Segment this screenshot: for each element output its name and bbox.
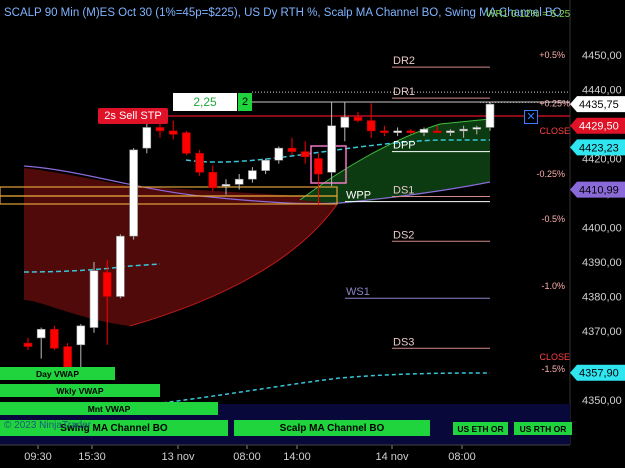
candle-bullish	[485, 103, 495, 128]
us-rth-or-button[interactable]: US RTH OR	[514, 422, 572, 435]
candle-bullish	[89, 270, 99, 328]
y-axis-tick: 4390,00	[582, 257, 622, 269]
percent-label: CLOSE	[539, 352, 570, 362]
order-quantity-box[interactable]: 2	[238, 93, 252, 111]
candle-bearish	[208, 172, 218, 189]
candle-bullish	[459, 128, 468, 132]
candle-bearish	[195, 153, 204, 173]
level-label-dpp: DPP	[393, 140, 416, 152]
x-axis-tick-label: 13 nov	[161, 451, 195, 463]
y-axis-tick: 4400,00	[582, 223, 622, 235]
x-axis-tick-label: 14 nov	[375, 451, 409, 463]
price-tag-label: 4429,50	[579, 121, 619, 133]
candle-bullish	[393, 130, 402, 133]
level-label-ds3: DS3	[393, 336, 414, 348]
candle-bullish	[36, 328, 46, 339]
level-label-wpp: WPP	[346, 190, 371, 202]
sell-stop-order-label[interactable]: 2s Sell STP	[98, 108, 168, 124]
candle-bullish	[76, 325, 86, 346]
x-axis-tick-label: 15:30	[78, 451, 106, 463]
y-axis-tick: 4350,00	[582, 395, 622, 407]
candle-bearish	[300, 151, 310, 158]
percent-label: -1.5%	[541, 364, 565, 374]
cancel-order-icon[interactable]: ✕	[524, 110, 538, 124]
candle-bearish	[182, 132, 191, 154]
percent-label: +0.25%	[539, 98, 570, 108]
candle-bullish	[221, 184, 231, 187]
candle-bullish	[472, 127, 482, 130]
wkly-vwap-button[interactable]: Wkly VWAP	[0, 384, 160, 397]
candle-bearish	[432, 130, 442, 133]
y-axis-tick: 4440,00	[582, 85, 622, 97]
candle-bullish	[129, 149, 138, 237]
candle-bearish	[314, 158, 323, 175]
price-tag-label: 4410,99	[579, 185, 619, 197]
candle-bullish	[446, 130, 455, 133]
percent-label: -1.0%	[541, 281, 565, 291]
candle-bullish	[327, 125, 336, 173]
candle-bearish	[406, 130, 416, 133]
y-axis-tick: 4450,00	[582, 50, 622, 62]
candle-bearish	[287, 147, 297, 152]
candle-bearish	[102, 272, 112, 297]
level-label-ws1: WS1	[346, 286, 370, 298]
percent-label: -0.25%	[536, 169, 565, 179]
copyright-watermark: © 2023 NinjaTrader	[4, 420, 92, 431]
price-tag-label: 4423,23	[579, 142, 619, 154]
level-label-dr2: DR2	[393, 55, 415, 67]
candle-bearish	[155, 127, 165, 132]
x-axis-tick-label: 08:00	[233, 451, 261, 463]
level-label-ds2: DS2	[393, 229, 414, 241]
candle-bullish	[234, 178, 244, 185]
price-tag-label: 4357,90	[579, 368, 619, 380]
candle-bearish	[168, 130, 178, 135]
x-axis-tick-label: 09:30	[24, 451, 52, 463]
candle-bullish	[261, 159, 270, 171]
candle-bearish	[23, 342, 33, 347]
us-eth-or-button[interactable]: US ETH OR	[453, 422, 508, 435]
mnt-vwap-button[interactable]: Mnt VWAP	[0, 402, 218, 415]
price-tag-label: 4435,75	[579, 99, 619, 111]
chart-title: SCALP 90 Min (M)ES Oct 30 (1%=45p=$225),…	[4, 7, 562, 19]
candle-bullish	[340, 116, 350, 128]
scalp-ma-channel-button[interactable]: Scalp MA Channel BO	[234, 420, 430, 436]
percent-label: -0.5%	[541, 214, 565, 224]
candle-bearish	[380, 130, 389, 133]
percent-label: +0.5%	[539, 50, 565, 60]
candle-bearish	[366, 120, 376, 132]
candle-bearish	[50, 328, 59, 349]
order-price-box[interactable]: 2,25	[173, 93, 237, 111]
day-vwap-button[interactable]: Day VWAP	[0, 367, 115, 380]
percent-label: CLOSE	[539, 126, 570, 136]
candle-bullish	[116, 235, 125, 297]
x-axis-tick-label: 14:00	[283, 451, 311, 463]
candle-bullish	[142, 127, 152, 149]
price-chart[interactable]: DR2DR1DPPDS1WPPDS2WS1DS34450,004440,0044…	[0, 0, 625, 468]
y-axis-tick: 4370,00	[582, 326, 622, 338]
y-axis-tick: 4380,00	[582, 292, 622, 304]
candle-bearish	[353, 116, 363, 121]
x-axis-tick-label: 08:00	[448, 451, 476, 463]
header-right-overlay: WR1 0.12% = 5.25	[486, 9, 571, 20]
candle-bullish	[248, 170, 257, 180]
candle-bullish	[274, 147, 284, 161]
candle-bearish	[63, 346, 72, 368]
level-label-ds1: DS1	[393, 184, 414, 196]
candle-bullish	[419, 128, 429, 133]
